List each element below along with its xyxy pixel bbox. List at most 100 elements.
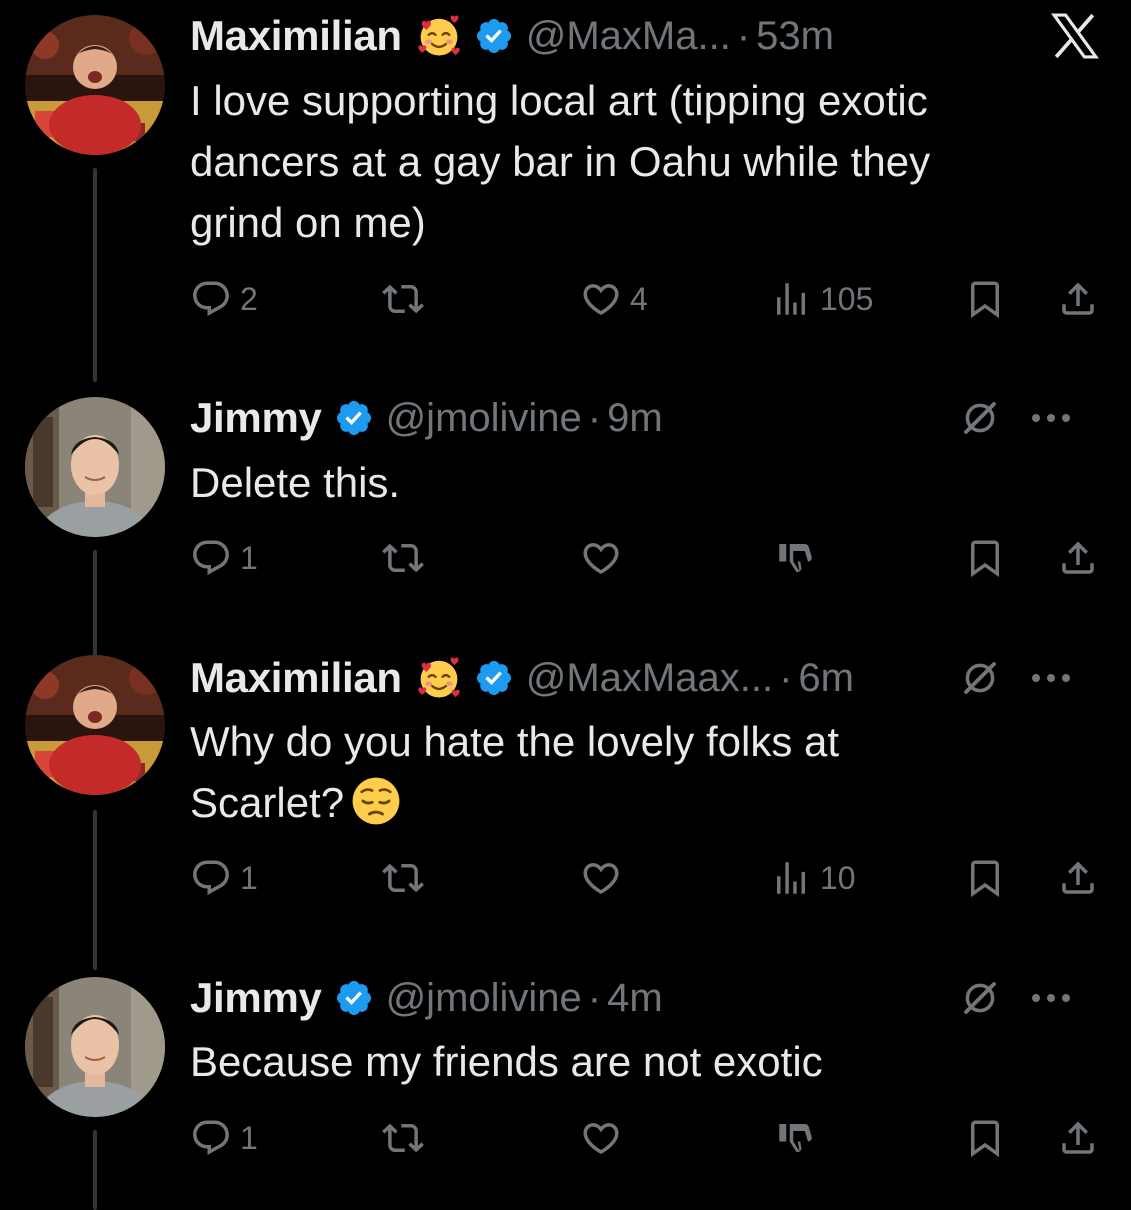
separator-dot: ·: [736, 13, 751, 58]
reply-button[interactable]: 2: [190, 274, 258, 324]
header-actions: [959, 390, 1071, 446]
thread-connector: [93, 810, 97, 970]
header-actions: [959, 650, 1071, 706]
like-button[interactable]: [580, 533, 622, 583]
bookmark-icon: [964, 1117, 1006, 1159]
like-button[interactable]: [580, 853, 622, 903]
reply-count: 1: [240, 859, 258, 896]
bookmark-button[interactable]: [964, 853, 1006, 903]
dislike-button[interactable]: [774, 1113, 816, 1163]
tweet-text-line: dancers at a gay bar in Oahu while they: [190, 138, 931, 185]
timestamp[interactable]: 6m: [798, 656, 854, 701]
more-icon[interactable]: [1031, 673, 1071, 683]
mute-icon[interactable]: [959, 977, 1001, 1019]
timestamp[interactable]: 53m: [756, 14, 834, 59]
display-name[interactable]: Maximilian: [190, 654, 402, 702]
display-name[interactable]: Maximilian: [190, 12, 402, 60]
heart-icon: [580, 278, 622, 320]
avatar[interactable]: [25, 655, 165, 795]
tweet-text: Why do you hate the lovely folks at Scar…: [190, 711, 1071, 833]
display-name[interactable]: Jimmy: [190, 394, 322, 442]
share-button[interactable]: [1057, 533, 1099, 583]
avatar[interactable]: [25, 977, 165, 1117]
tweet-text-line: Scarlet?: [190, 779, 345, 826]
retweet-icon: [382, 278, 424, 320]
dislike-button[interactable]: [774, 533, 816, 583]
timestamp[interactable]: 4m: [607, 976, 663, 1021]
retweet-button[interactable]: [382, 853, 424, 903]
separator-dot: ·: [779, 655, 793, 700]
reply-button[interactable]: 1: [190, 1113, 258, 1163]
tweet-header: Maximilian @MaxMa... · 53m: [190, 8, 1101, 64]
smiling-face-with-hearts-icon: [416, 655, 462, 701]
share-icon: [1057, 1117, 1099, 1159]
reply-button[interactable]: 1: [190, 533, 258, 583]
handle[interactable]: @MaxMaax...: [526, 656, 773, 701]
bookmark-button[interactable]: [964, 1113, 1006, 1163]
reply-icon: [190, 278, 232, 320]
tweet-text-line: Because my friends are not exotic: [190, 1038, 823, 1085]
share-button[interactable]: [1057, 274, 1099, 324]
retweet-button[interactable]: [382, 1113, 424, 1163]
bookmark-icon: [964, 857, 1006, 899]
separator-dot: ·: [587, 975, 602, 1020]
more-icon[interactable]: [1031, 993, 1071, 1003]
tweet-text: I love supporting local art (tipping exo…: [190, 70, 1071, 253]
share-icon: [1057, 278, 1099, 320]
mute-icon[interactable]: [959, 657, 1001, 699]
view-count: 105: [820, 280, 874, 317]
retweet-button[interactable]: [382, 533, 424, 583]
views-icon: [770, 278, 812, 320]
verified-badge-icon[interactable]: [334, 978, 374, 1018]
tweet-text-line-with-emoji: Scarlet?: [190, 772, 1071, 833]
like-button[interactable]: 4: [580, 274, 648, 324]
smiling-face-with-hearts-icon: [416, 13, 462, 59]
action-bar: 1: [190, 533, 1103, 583]
action-bar: 2 4 105: [190, 274, 1103, 324]
bookmark-icon: [964, 537, 1006, 579]
retweet-button[interactable]: [382, 274, 424, 324]
share-button[interactable]: [1057, 853, 1099, 903]
tweet-text: Because my friends are not exotic: [190, 1031, 1071, 1092]
views-icon: [770, 857, 812, 899]
tweet-text-line: Delete this.: [190, 459, 401, 506]
display-name[interactable]: Jimmy: [190, 974, 322, 1022]
reply-icon: [190, 1117, 232, 1159]
bookmark-icon: [964, 278, 1006, 320]
avatar[interactable]: [25, 15, 165, 155]
share-icon: [1057, 857, 1099, 899]
reply-button[interactable]: 1: [190, 853, 258, 903]
bookmark-button[interactable]: [964, 533, 1006, 583]
view-count: 10: [820, 859, 856, 896]
more-icon[interactable]: [1031, 413, 1071, 423]
tweet-header: Jimmy @jmolivine · 4m: [190, 970, 1101, 1026]
tweet-header: Maximilian @MaxMaax... · 6m: [190, 650, 1101, 706]
views-button[interactable]: 105: [770, 274, 873, 324]
tweet-header: Jimmy @jmolivine · 9m: [190, 390, 1101, 446]
avatar[interactable]: [25, 397, 165, 537]
tweet-text-line: grind on me): [190, 199, 426, 246]
heart-icon: [580, 857, 622, 899]
pensive-face-icon: [350, 775, 402, 827]
verified-badge-icon[interactable]: [334, 398, 374, 438]
heart-icon: [580, 1117, 622, 1159]
thread-connector: [93, 1130, 97, 1210]
handle[interactable]: @MaxMa...: [526, 14, 731, 59]
bookmark-button[interactable]: [964, 274, 1006, 324]
verified-badge-icon[interactable]: [474, 16, 514, 56]
handle[interactable]: @jmolivine: [386, 976, 582, 1021]
reply-icon: [190, 537, 232, 579]
verified-badge-icon[interactable]: [474, 658, 514, 698]
views-button[interactable]: 10: [770, 853, 856, 903]
retweet-icon: [382, 537, 424, 579]
reply-count: 1: [240, 539, 258, 576]
tweet-text: Delete this.: [190, 452, 1071, 513]
thumbs-down-icon: [774, 1117, 816, 1159]
tweet-text-line: I love supporting local art (tipping exo…: [190, 77, 928, 124]
mute-icon[interactable]: [959, 397, 1001, 439]
like-button[interactable]: [580, 1113, 622, 1163]
handle[interactable]: @jmolivine: [386, 396, 582, 441]
timestamp[interactable]: 9m: [607, 396, 663, 441]
header-actions: [959, 970, 1071, 1026]
share-button[interactable]: [1057, 1113, 1099, 1163]
